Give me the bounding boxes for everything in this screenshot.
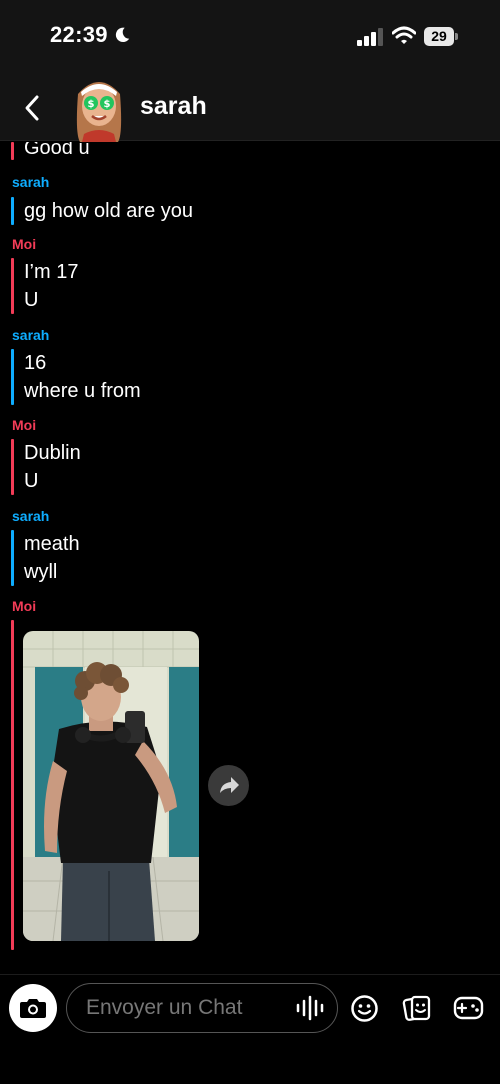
sender-label: Moi <box>12 417 37 433</box>
contact-name[interactable]: sarah <box>140 92 207 121</box>
sender-label: Moi <box>12 598 37 614</box>
wifi-icon <box>392 26 416 44</box>
message-bar <box>11 349 14 405</box>
voice-icon[interactable] <box>295 995 327 1021</box>
moon-icon <box>115 27 130 43</box>
camera-icon <box>20 999 46 1018</box>
status-time: 22:39 <box>50 22 108 47</box>
svg-text:$: $ <box>104 99 111 110</box>
message-text: where u from <box>24 380 141 402</box>
message-bar <box>11 197 14 225</box>
message-bar <box>11 142 14 160</box>
status-bar: 22:39 29 <box>0 0 500 72</box>
sticker-icon[interactable] <box>402 993 432 1023</box>
message-text: Good u <box>24 142 90 159</box>
message-bar <box>11 439 14 495</box>
game-icon[interactable] <box>453 994 484 1022</box>
message-text: Dublin <box>24 442 81 464</box>
sender-label: sarah <box>12 508 50 524</box>
message-bar <box>11 620 14 950</box>
message-bar <box>11 530 14 586</box>
avatar[interactable]: $ $ <box>70 74 128 142</box>
svg-text:$: $ <box>88 99 95 110</box>
battery-tip <box>455 33 458 40</box>
back-arrow-icon[interactable] <box>22 94 42 122</box>
message-text: U <box>24 289 39 311</box>
message-text: 16 <box>24 352 47 374</box>
battery-level: 29 <box>424 27 454 46</box>
message-text: I’m 17 <box>24 261 79 283</box>
message-text: U <box>24 470 39 492</box>
sender-label: sarah <box>12 327 50 343</box>
sender-label: sarah <box>12 174 50 190</box>
share-icon <box>220 777 239 793</box>
message-text: wyll <box>24 561 58 583</box>
chat-header: $ $ sarah <box>0 72 500 142</box>
emoji-icon[interactable] <box>350 994 379 1023</box>
camera-button[interactable] <box>9 984 57 1032</box>
composer-bar <box>0 974 500 1084</box>
chat-history[interactable]: Good u sarah gg how old are you Moi I’m … <box>0 142 500 974</box>
message-text: meath <box>24 533 80 555</box>
battery-icon: 29 <box>424 27 458 46</box>
share-button[interactable] <box>208 765 249 806</box>
signal-icon <box>357 28 383 46</box>
photo-message[interactable] <box>23 631 199 941</box>
sender-label: Moi <box>12 236 37 252</box>
message-bar <box>11 258 14 314</box>
message-text: gg how old are you <box>24 200 194 222</box>
